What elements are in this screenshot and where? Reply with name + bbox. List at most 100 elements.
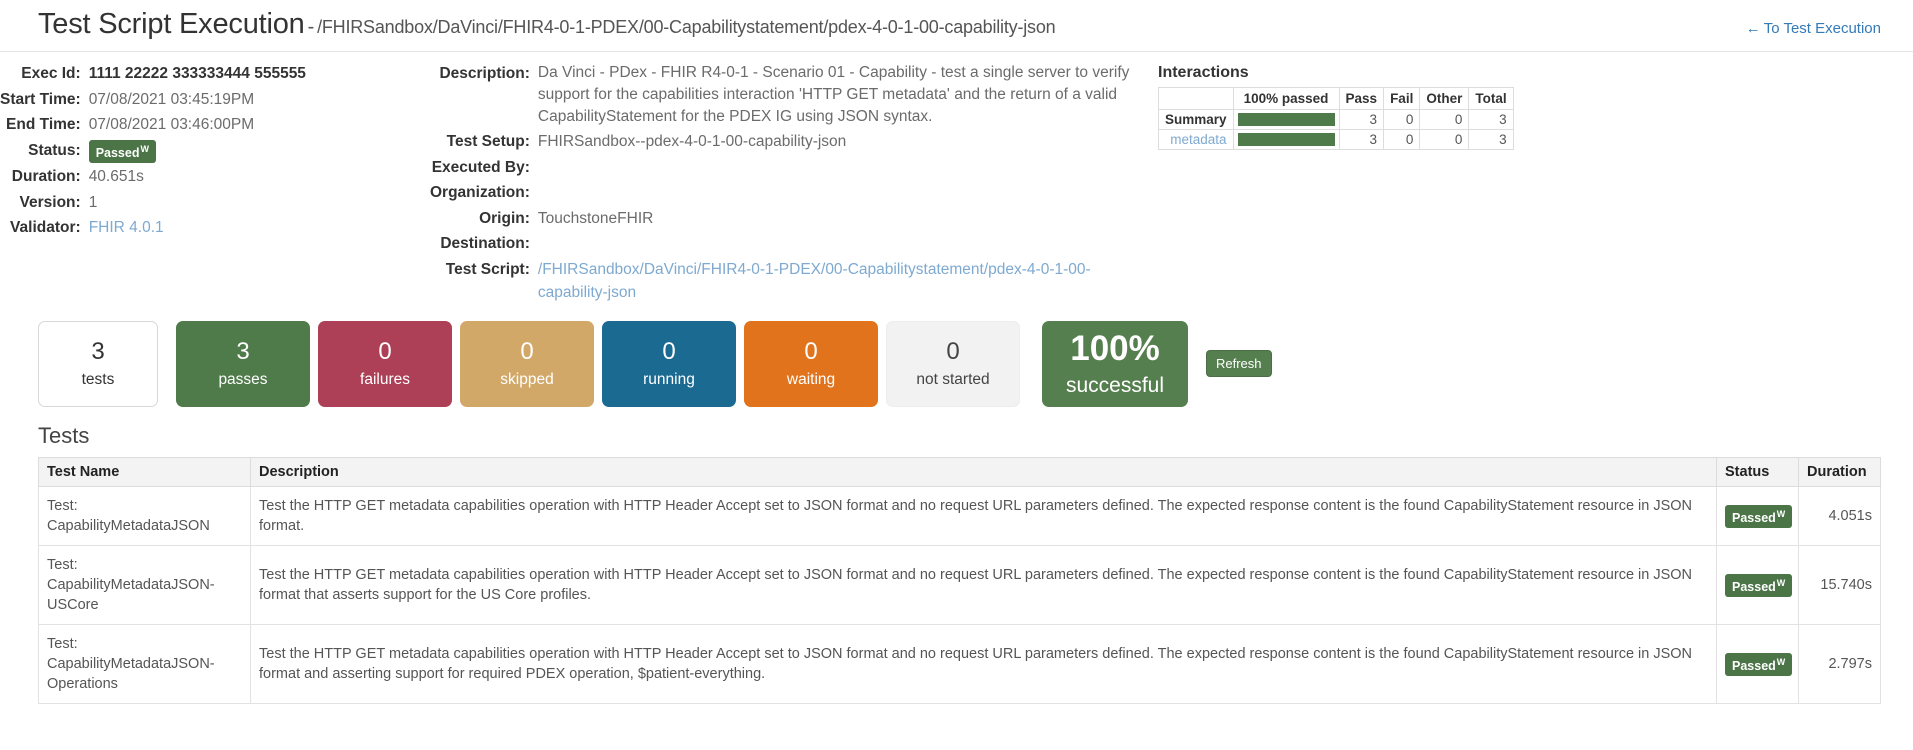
stat-number: 0 <box>946 337 960 365</box>
exec-detail-label: Validator: <box>10 219 81 237</box>
interactions-col-header: Fail <box>1383 87 1421 110</box>
refresh-button[interactable]: Refresh <box>1206 350 1272 377</box>
interactions-row-label[interactable]: metadata <box>1158 129 1234 150</box>
exec-detail-label: Exec Id: <box>21 65 81 82</box>
stat-label: tests <box>81 371 115 389</box>
exec-detail-value[interactable]: FHIR 4.0.1 <box>89 216 306 242</box>
to-test-execution-label: To Test Execution <box>1763 20 1881 37</box>
to-test-execution-link[interactable]: ← To Test Execution <box>1746 20 1881 37</box>
stat-number: 100% <box>1070 329 1160 369</box>
stat-box-tests[interactable]: 3 tests <box>38 320 158 407</box>
interactions-col-header: Total <box>1468 87 1514 110</box>
interactions-pass-count: 3 <box>1338 129 1385 150</box>
progress-track <box>1237 113 1335 126</box>
stat-box-passes[interactable]: 3 passes <box>176 320 310 407</box>
stat-label: failures <box>360 371 410 389</box>
script-detail-value[interactable]: /FHIRSandbox/DaVinci/FHIR4-0-1-PDEX/00-C… <box>538 258 1130 307</box>
interactions-header-row: 100% passed Pass Fail Other Total <box>1158 87 1514 110</box>
test-description-cell: Test the HTTP GET metadata capabilities … <box>250 623 1717 704</box>
exec-detail-label: End Time: <box>6 116 81 133</box>
stat-number: 0 <box>804 337 818 365</box>
script-detail-label: Executed By: <box>431 158 530 176</box>
exec-detail-row: Exec Id: 1111 22222 333333444 555555 <box>0 62 306 88</box>
script-detail-value <box>538 181 1130 207</box>
tests-table-wrapper: Test Name Description Status Duration Test:… <box>0 456 1913 704</box>
test-name-cell[interactable]: Test: CapabilityMetadataJSON <box>38 485 251 546</box>
stat-number: 3 <box>236 337 250 365</box>
interactions-column: Interactions 100% passed Pass Fail Other Tot… <box>1130 62 1913 150</box>
page-title-text: Test Script Execution <box>38 8 305 40</box>
script-detail-label: Destination: <box>440 235 530 252</box>
interactions-col-header: Pass <box>1338 87 1385 110</box>
test-name-prefix: Test: <box>47 635 78 652</box>
stat-label: passes <box>218 371 268 389</box>
test-name-link[interactable]: CapabilityMetadataJSON-USCore <box>47 575 242 615</box>
script-detail-row: Organization: <box>430 181 1130 207</box>
interactions-other-count: 0 <box>1419 129 1470 150</box>
tests-body: Test: CapabilityMetadataJSON Test the HTTP… <box>38 485 1881 704</box>
exec-detail-row: Version: 1 <box>0 191 306 217</box>
stat-number: 0 <box>378 337 392 365</box>
stat-label: skipped <box>500 371 554 389</box>
table-row: Test: CapabilityMetadataJSON-USCore Test t… <box>38 544 1881 625</box>
status-badge-warning-marker: W <box>1776 656 1786 667</box>
stat-box-skipped[interactable]: 0 skipped <box>460 320 594 407</box>
interactions-row-label: Summary <box>1158 109 1234 130</box>
stat-box-waiting[interactable]: 0 waiting <box>744 320 878 407</box>
status-badge-warning-marker: W <box>1776 577 1786 588</box>
interactions-pass-count: 3 <box>1338 109 1385 130</box>
script-detail-label: Test Setup: <box>446 133 530 150</box>
stat-label: not started <box>916 371 990 389</box>
exec-detail-row: Status: PassedW <box>0 139 306 166</box>
exec-detail-row: End Time: 07/08/2021 03:46:00PM <box>0 113 306 139</box>
test-duration-cell: 2.797s <box>1798 623 1881 704</box>
exec-detail-label: Start Time: <box>0 90 81 108</box>
exec-detail-value: PassedW <box>88 139 306 166</box>
test-description-cell: Test the HTTP GET metadata capabilities … <box>250 485 1717 546</box>
script-detail-row: Test Setup: FHIRSandbox--pdex-4-0-1-00-ca… <box>430 130 1130 156</box>
script-detail-row: Executed By: <box>430 156 1130 182</box>
page-title: Test Script Execution -/FHIRSandbox/DaVin… <box>38 8 1056 41</box>
script-detail-value: TouchstoneFHIR <box>537 209 654 227</box>
exec-detail-label: Status: <box>28 141 81 159</box>
page-subtitle-path: /FHIRSandbox/DaVinci/FHIR4-0-1-PDEX/00-C… <box>317 17 1056 37</box>
interactions-row: metadata 3 0 0 3 <box>1158 129 1514 150</box>
tests-header-row: Test Name Description Status Duration <box>38 456 1881 487</box>
table-row: Test: CapabilityMetadataJSON Test the HTTP… <box>38 485 1881 546</box>
interactions-col-header: Other <box>1419 87 1470 110</box>
test-name-link[interactable]: CapabilityMetadataJSON-Operations <box>47 654 242 694</box>
test-status-cell: PassedW <box>1716 544 1799 625</box>
page-header: Test Script Execution -/FHIRSandbox/DaVin… <box>0 0 1913 52</box>
interactions-total-count: 3 <box>1468 129 1514 150</box>
test-name-prefix: Test: <box>47 556 78 573</box>
interactions-total-count: 3 <box>1468 109 1514 130</box>
test-name-link[interactable]: CapabilityMetadataJSON <box>47 516 242 536</box>
script-detail-row: Description: Da Vinci - PDex - FHIR R4-0-… <box>430 62 1130 130</box>
test-status-cell: PassedW <box>1716 485 1799 546</box>
script-detail-row: Origin: TouchstoneFHIR <box>430 207 1130 233</box>
stat-box-successful[interactable]: 100% successful <box>1042 320 1188 407</box>
interactions-fail-count: 0 <box>1383 109 1421 130</box>
exec-detail-value: 1111 22222 333333444 555555 <box>88 65 306 82</box>
status-badge: PassedW <box>1725 504 1793 529</box>
stat-box-notstarted[interactable]: 0 not started <box>886 320 1020 407</box>
stat-box-running[interactable]: 0 running <box>602 320 736 407</box>
tests-heading: Tests <box>38 422 90 448</box>
test-status-cell: PassedW <box>1716 623 1799 704</box>
exec-detail-value: 1 <box>88 193 98 211</box>
interactions-table: 100% passed Pass Fail Other Total Summary 3 0 0… <box>1158 87 1514 150</box>
tests-col-header: Description <box>250 456 1717 487</box>
script-detail-row: Destination: <box>430 232 1130 258</box>
progress-track <box>1237 133 1335 146</box>
script-detail-row: Test Script: /FHIRSandbox/DaVinci/FHIR4-0… <box>430 258 1130 307</box>
tests-col-header: Duration <box>1798 456 1881 487</box>
script-detail-label: Organization: <box>430 184 530 201</box>
test-name-cell[interactable]: Test: CapabilityMetadataJSON-USCore <box>38 544 251 625</box>
stat-number: 3 <box>91 337 105 365</box>
progress-fill <box>1237 133 1335 146</box>
interactions-progress-cell <box>1232 129 1340 150</box>
test-name-cell[interactable]: Test: CapabilityMetadataJSON-Operations <box>38 623 251 704</box>
stat-box-failures[interactable]: 0 failures <box>318 320 452 407</box>
execution-summary-list: Exec Id: 1111 22222 333333444 555555 Start… <box>0 62 306 242</box>
stat-label: successful <box>1065 373 1165 397</box>
